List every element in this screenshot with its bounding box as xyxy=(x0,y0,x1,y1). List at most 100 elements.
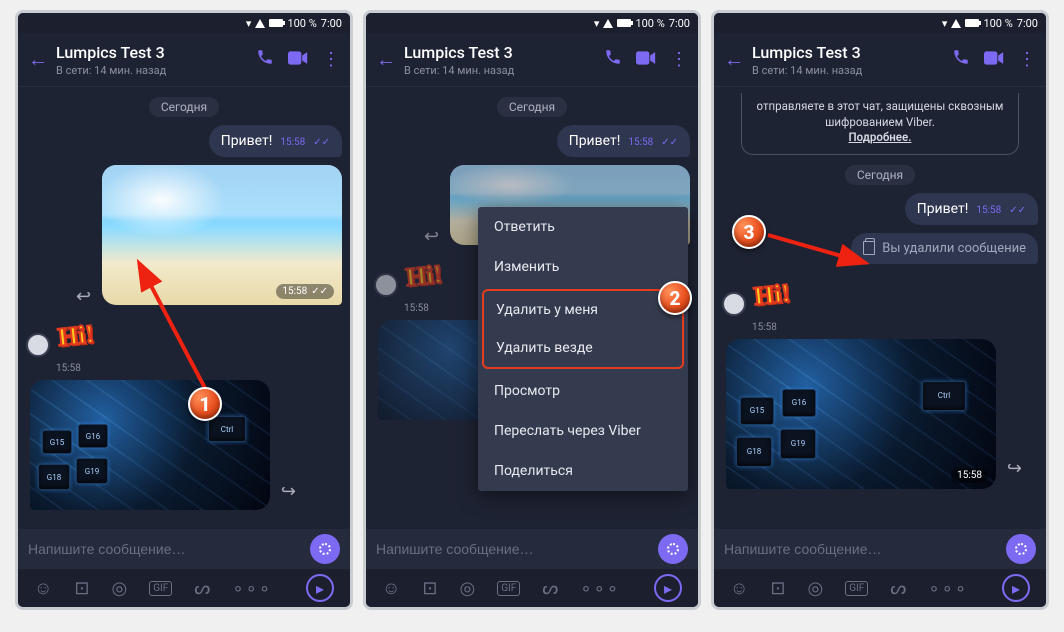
chat-title: Lumpics Test 3 xyxy=(752,43,952,62)
context-menu: Ответить Изменить Удалить у меня Удалить… xyxy=(478,207,688,491)
input-bar xyxy=(366,529,698,569)
avatar[interactable] xyxy=(722,292,746,316)
keycap: Ctrl xyxy=(208,416,246,442)
doodle-icon[interactable]: ᔕ xyxy=(542,578,558,599)
title-block[interactable]: Lumpics Test 3 В сети: 14 мин. назад xyxy=(752,43,952,77)
clock-text: 7:00 xyxy=(321,17,342,30)
avatar[interactable] xyxy=(374,273,398,297)
sticker-icon[interactable]: ☺ xyxy=(34,578,52,599)
forward-icon[interactable]: ↩ xyxy=(424,226,439,247)
video-icon[interactable] xyxy=(288,49,308,70)
menu-item-forward[interactable]: Переслать через Viber xyxy=(478,411,688,451)
message-input[interactable] xyxy=(28,541,302,557)
gif-icon[interactable]: GIF xyxy=(497,581,520,596)
menu-item-reply[interactable]: Ответить xyxy=(478,207,688,247)
menu-item-delete-all[interactable]: Удалить везде xyxy=(484,329,682,367)
message-time: 15:58 xyxy=(280,137,305,148)
encryption-notice[interactable]: отправляете в этот чат, защищены сквозны… xyxy=(741,93,1019,155)
more-attachments-icon[interactable]: ∘∘∘ xyxy=(928,578,968,599)
message-out-text[interactable]: Привет! 15:58 ✓✓ xyxy=(557,125,690,157)
keycap: G16 xyxy=(78,424,108,448)
gallery-icon[interactable]: ⊡ xyxy=(422,578,437,599)
date-chip: Сегодня xyxy=(845,165,915,185)
chat-area: отправляете в этот чат, защищены сквозны… xyxy=(714,87,1046,529)
message-text: Привет! xyxy=(569,133,621,149)
menu-item-share[interactable]: Поделиться xyxy=(478,451,688,491)
keycap: G19 xyxy=(780,429,816,459)
message-input[interactable] xyxy=(376,541,650,557)
screen-2: ▾ 100 % 7:00 ← Lumpics Test 3 В сети: 14… xyxy=(363,10,701,610)
menu-item-edit[interactable]: Изменить xyxy=(478,247,688,287)
encryption-more-link[interactable]: Подробнее. xyxy=(752,130,1008,146)
battery-icon xyxy=(269,19,283,27)
app-bar: ← Lumpics Test 3 В сети: 14 мин. назад ⋮ xyxy=(714,33,1046,87)
doodle-icon[interactable]: ᔕ xyxy=(194,578,210,599)
keycap: G18 xyxy=(736,437,772,467)
chat-area: Сегодня Привет! 15:58 ✓✓ ↩ 15:58 ✓✓ Hi! … xyxy=(18,87,350,529)
message-input[interactable] xyxy=(724,541,998,557)
title-block[interactable]: Lumpics Test 3 В сети: 14 мин. назад xyxy=(56,43,256,77)
avatar[interactable] xyxy=(26,333,50,357)
more-icon[interactable]: ⋮ xyxy=(670,49,688,70)
attachment-bar: ☺ ⊡ ◎ GIF ᔕ ∘∘∘ ▸ xyxy=(714,569,1046,607)
call-icon[interactable] xyxy=(952,48,970,71)
annotation-badge-2: 2 xyxy=(658,281,692,315)
signal-icon xyxy=(951,19,961,28)
voice-message-button[interactable]: ▸ xyxy=(654,574,682,602)
gif-icon[interactable]: GIF xyxy=(845,581,868,596)
sticker-icon[interactable]: ☺ xyxy=(730,578,748,599)
more-icon[interactable]: ⋮ xyxy=(1018,49,1036,70)
message-text: Привет! xyxy=(221,133,273,149)
forward-icon[interactable]: ↩ xyxy=(76,286,91,307)
call-icon[interactable] xyxy=(604,48,622,71)
more-attachments-icon[interactable]: ∘∘∘ xyxy=(580,578,620,599)
chat-title: Lumpics Test 3 xyxy=(56,43,256,62)
send-button[interactable] xyxy=(658,534,688,564)
keycap: G16 xyxy=(782,389,816,417)
forward-icon[interactable]: ↪ xyxy=(1007,458,1022,479)
read-ticks-icon: ✓✓ xyxy=(311,286,328,297)
status-bar: ▾ 100 % 7:00 xyxy=(714,13,1046,33)
voice-message-button[interactable]: ▸ xyxy=(1002,574,1030,602)
camera-icon[interactable]: ◎ xyxy=(111,578,127,599)
more-icon[interactable]: ⋮ xyxy=(322,49,340,70)
camera-icon[interactable]: ◎ xyxy=(459,578,475,599)
keycap: G19 xyxy=(76,458,108,484)
title-block[interactable]: Lumpics Test 3 В сети: 14 мин. назад xyxy=(404,43,604,77)
menu-item-view[interactable]: Просмотр xyxy=(478,371,688,411)
video-icon[interactable] xyxy=(984,49,1004,70)
wifi-icon: ▾ xyxy=(246,17,252,30)
doodle-icon[interactable]: ᔕ xyxy=(890,578,906,599)
gallery-icon[interactable]: ⊡ xyxy=(770,578,785,599)
clock-text: 7:00 xyxy=(1017,17,1038,30)
back-button[interactable]: ← xyxy=(376,47,404,72)
back-button[interactable]: ← xyxy=(724,47,752,72)
message-time: 15:58 xyxy=(628,137,653,148)
sticker-icon[interactable]: ☺ xyxy=(382,578,400,599)
back-button[interactable]: ← xyxy=(28,47,56,72)
voice-message-button[interactable]: ▸ xyxy=(306,574,334,602)
app-bar: ← Lumpics Test 3 В сети: 14 мин. назад ⋮ xyxy=(18,33,350,87)
wifi-icon: ▾ xyxy=(942,17,948,30)
battery-icon xyxy=(965,19,979,27)
read-ticks-icon: ✓✓ xyxy=(661,137,678,148)
annotation-badge-3: 3 xyxy=(732,215,766,249)
camera-icon[interactable]: ◎ xyxy=(807,578,823,599)
call-icon[interactable] xyxy=(256,48,274,71)
status-bar: ▾ 100 % 7:00 xyxy=(366,13,698,33)
send-button[interactable] xyxy=(1006,534,1036,564)
app-bar: ← Lumpics Test 3 В сети: 14 мин. назад ⋮ xyxy=(366,33,698,87)
forward-icon[interactable]: ↪ xyxy=(281,481,296,502)
send-button[interactable] xyxy=(310,534,340,564)
gif-icon[interactable]: GIF xyxy=(149,581,172,596)
battery-text: 100 % xyxy=(983,17,1012,30)
menu-item-delete-me[interactable]: Удалить у меня xyxy=(484,291,682,329)
message-in-image[interactable]: G15 G16 G18 G19 Ctrl 15:58 xyxy=(726,339,996,489)
message-out-text[interactable]: Привет! 15:58 ✓✓ xyxy=(905,193,1038,225)
message-out-text[interactable]: Привет! 15:58 ✓✓ xyxy=(209,125,342,157)
gallery-icon[interactable]: ⊡ xyxy=(74,578,89,599)
video-icon[interactable] xyxy=(636,49,656,70)
more-attachments-icon[interactable]: ∘∘∘ xyxy=(232,578,272,599)
keycap: Ctrl xyxy=(922,381,966,411)
keycap: G18 xyxy=(38,464,70,490)
